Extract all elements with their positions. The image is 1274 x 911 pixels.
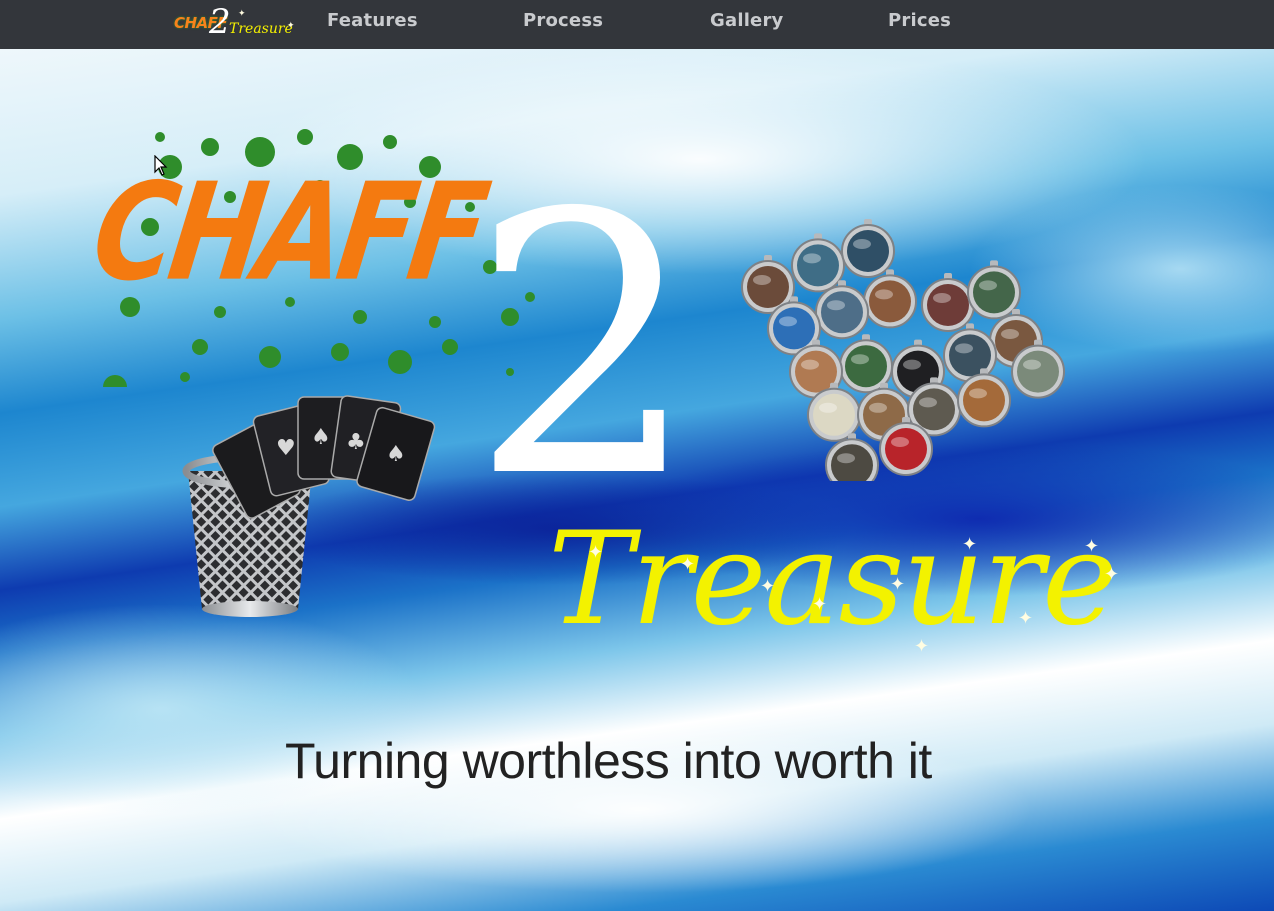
hero-tagline: Turning worthless into worth it [285, 733, 932, 789]
sparkle-icon: ✦ [1104, 564, 1120, 584]
mouse-cursor-icon [154, 155, 168, 176]
svg-text:♠: ♠ [386, 442, 406, 467]
pendant-item [791, 233, 845, 293]
pendant-item [921, 273, 975, 332]
sparkle-icon: ✦ [812, 594, 828, 614]
top-navigation-bar: CHAFF 2 Treasure ✦ ✦ Features Process Ga… [0, 0, 1274, 49]
nav-item-process[interactable]: Process [523, 10, 603, 31]
sparkle-icon: ✦ [680, 554, 696, 574]
hero-logo-treasure: Treasure [548, 505, 1118, 654]
nav-item-features[interactable]: Features [327, 10, 418, 31]
pendant-item [863, 269, 917, 329]
sparkle-icon: ✦ [238, 8, 246, 18]
svg-text:♠: ♠ [311, 425, 331, 450]
playing-cards-icon: ♠ ♣ ♠ ♥ [212, 395, 436, 519]
pendant-collection-graphic [741, 219, 1065, 481]
nav-item-gallery[interactable]: Gallery [710, 10, 783, 31]
sparkle-icon: ✦ [760, 576, 776, 596]
sparkle-icon: ✦ [287, 20, 295, 30]
pendant-item [967, 260, 1021, 320]
hero-logo-chaff: CHAFF [84, 155, 492, 311]
pendant-item [943, 323, 997, 383]
logo-two-text: 2 [209, 2, 231, 42]
site-logo[interactable]: CHAFF 2 Treasure ✦ ✦ [172, 2, 297, 44]
svg-text:♣: ♣ [346, 430, 366, 455]
logo-treasure-text: Treasure [229, 21, 293, 37]
sparkle-icon: ✦ [1084, 536, 1100, 556]
sparkle-icon: ✦ [588, 542, 604, 562]
sparkle-icon: ✦ [914, 636, 930, 656]
sparkle-icon: ✦ [1018, 608, 1034, 628]
nav-item-prices[interactable]: Prices [888, 10, 951, 31]
svg-text:♥: ♥ [276, 436, 296, 461]
hero-logo-two: 2 [470, 137, 700, 556]
sparkle-icon: ✦ [890, 574, 906, 594]
sparkle-icon: ✦ [962, 534, 978, 554]
pendant-item [841, 219, 895, 278]
hero-banner: CHAFF 2 ♠ ♣ ♠ ♥ Treasure ✦ ✦ ✦ ✦ ✦ ✦ ✦ ✦… [0, 49, 1274, 911]
